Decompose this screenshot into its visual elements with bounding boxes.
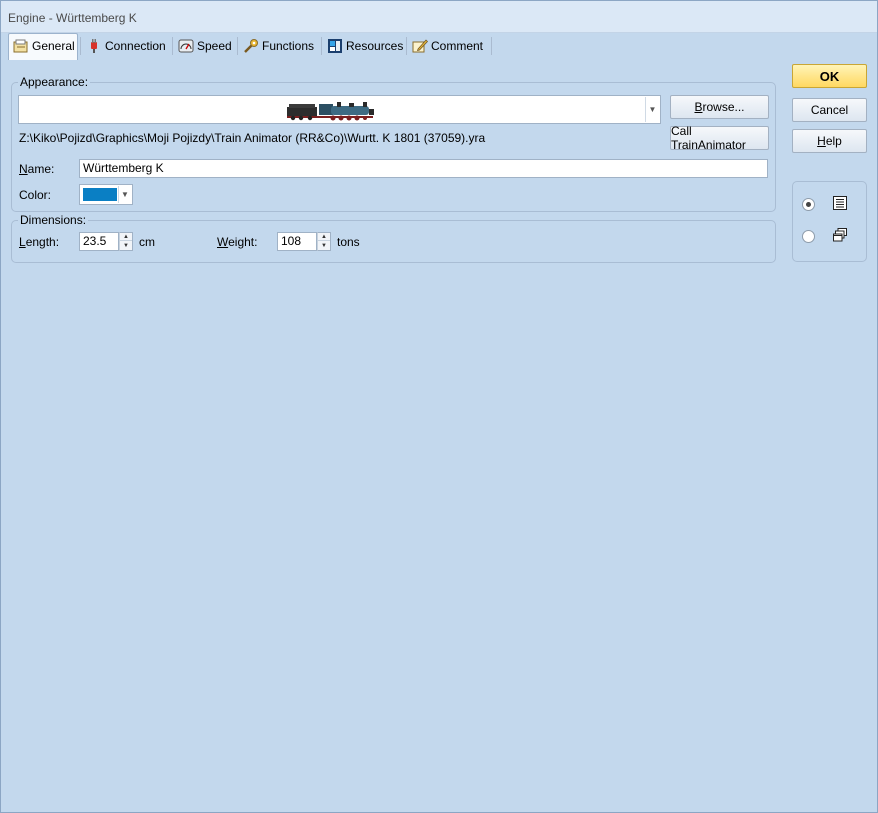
cascade-view-radio[interactable]: [802, 230, 815, 243]
name-label: Name:: [19, 162, 55, 176]
color-swatch: [83, 188, 117, 201]
window-title: Engine - Württemberg K: [8, 11, 137, 25]
tab-label: Functions: [262, 39, 315, 53]
tab-comment[interactable]: Comment: [412, 34, 483, 59]
tab-divider: [321, 37, 322, 55]
tab-speed[interactable]: Speed: [178, 34, 232, 59]
tab-label: Resources: [346, 39, 404, 53]
tab-label: Comment: [431, 39, 484, 53]
call-trainanimator-button[interactable]: Call TrainAnimator: [670, 124, 769, 152]
list-view-icon[interactable]: [832, 195, 848, 211]
weight-spinner[interactable]: ▲ ▼: [317, 232, 331, 251]
spin-up-icon[interactable]: ▲: [318, 233, 330, 241]
list-view-radio[interactable]: [802, 198, 815, 211]
length-unit: cm: [139, 235, 155, 249]
spin-down-icon[interactable]: ▼: [120, 242, 132, 250]
chevron-down-icon[interactable]: ▼: [118, 186, 131, 203]
tab-label: Speed: [197, 39, 232, 53]
length-input[interactable]: 23.5: [79, 232, 119, 251]
tab-divider: [237, 37, 238, 55]
tab-general[interactable]: General: [8, 33, 78, 60]
tab-divider: [80, 37, 81, 55]
cascade-windows-icon[interactable]: [832, 227, 848, 243]
functions-icon: [243, 38, 259, 54]
appearance-group-title: Appearance:: [18, 75, 91, 89]
plug-icon: [86, 38, 102, 54]
browse-button[interactable]: Browse...: [670, 95, 769, 119]
speedometer-icon: [178, 38, 194, 54]
name-input[interactable]: Württemberg K: [79, 159, 768, 178]
length-label: Length:: [19, 235, 60, 249]
tab-divider: [406, 37, 407, 55]
spin-down-icon[interactable]: ▼: [318, 242, 330, 250]
length-spinner[interactable]: ▲ ▼: [119, 232, 133, 251]
color-label: Color:: [19, 188, 52, 202]
weight-label: Weight:: [217, 235, 258, 249]
tab-label: General: [32, 39, 75, 53]
weight-unit: tons: [337, 235, 360, 249]
tab-connection[interactable]: Connection: [86, 34, 166, 59]
cancel-button[interactable]: Cancel: [792, 98, 867, 122]
ok-button[interactable]: OK: [792, 64, 867, 88]
appearance-image-dropdown[interactable]: ▼: [18, 95, 661, 124]
locomotive-image: [285, 99, 377, 121]
tab-functions[interactable]: Functions: [243, 34, 314, 59]
dropdown-arrow-icon[interactable]: ▼: [645, 97, 659, 122]
file-path: Z:\Kiko\Pojizd\Graphics\Moji Pojizdy\Tra…: [19, 131, 486, 145]
view-options-panel: [792, 181, 867, 262]
color-picker[interactable]: ▼: [79, 184, 133, 205]
weight-input[interactable]: 108: [277, 232, 317, 251]
comment-icon: [412, 38, 428, 54]
spin-up-icon[interactable]: ▲: [120, 233, 132, 241]
resources-icon: [327, 38, 343, 54]
tab-resources[interactable]: Resources: [327, 34, 403, 59]
title-bar: Engine - Württemberg K: [1, 1, 877, 33]
engine-dialog: Engine - Württemberg K General Connectio…: [0, 0, 878, 813]
tab-label: Connection: [105, 39, 166, 53]
general-icon: [13, 38, 29, 54]
dimensions-group-title: Dimensions:: [18, 213, 89, 227]
tab-divider: [491, 37, 492, 55]
help-button[interactable]: Help: [792, 129, 867, 153]
tab-divider: [172, 37, 173, 55]
tab-bar: General Connection Speed Functions Resou…: [8, 33, 498, 60]
